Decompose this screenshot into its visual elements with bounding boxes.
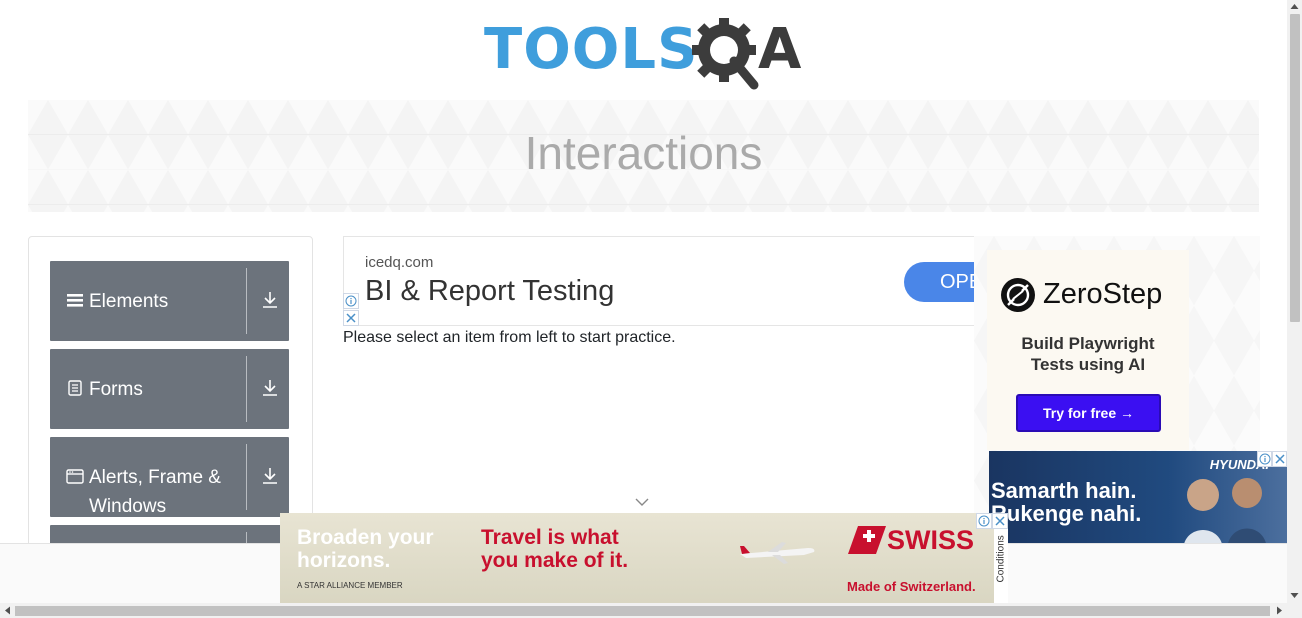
download-icon[interactable] — [262, 291, 278, 309]
swiss-left-line2: horizons. — [297, 549, 391, 572]
download-icon[interactable] — [262, 379, 278, 397]
hyundai-ad[interactable]: HYUNDAI Samarth hain. Rukenge nahi. — [989, 451, 1287, 551]
page-banner: Interactions — [28, 100, 1259, 212]
divider — [246, 356, 247, 422]
ad-domain: icedq.com — [365, 254, 434, 271]
center-ad[interactable]: icedq.com BI & Report Testing OPEN — [343, 236, 975, 326]
vertical-scroll-thumb[interactable] — [1290, 14, 1300, 322]
instruction-text: Please select an item from left to start… — [343, 329, 676, 346]
chevron-down-icon[interactable] — [634, 497, 650, 507]
browser-window-icon — [66, 469, 84, 484]
page-title: Interactions — [524, 127, 763, 179]
ad-close-icon[interactable] — [992, 513, 1008, 529]
swiss-mid-line2: you make of it. — [481, 549, 629, 572]
hyundai-line2: Rukenge nahi. — [991, 501, 1142, 526]
ad-badges — [343, 293, 359, 327]
ad-info-icon[interactable] — [343, 293, 359, 309]
sidebar-group-elements[interactable]: Elements — [50, 261, 289, 341]
gear-magnifier-icon — [692, 18, 759, 90]
ad-close-icon[interactable] — [1272, 451, 1287, 467]
swiss-brand: SWISS — [887, 525, 975, 555]
star-alliance-text: A STAR ALLIANCE MEMBER — [297, 581, 403, 590]
scroll-right-arrow-icon[interactable] — [1276, 606, 1283, 615]
hyundai-line1: Samarth hain. — [991, 478, 1137, 503]
document-icon — [68, 380, 82, 396]
swiss-ad-badges — [976, 513, 1008, 529]
hyundai-ad-badges — [1257, 451, 1287, 467]
zerostep-tagline: Build Playwright Tests using AI — [987, 333, 1189, 375]
ad-info-icon[interactable] — [1257, 451, 1272, 467]
swiss-left-line1: Broaden your — [297, 526, 434, 549]
sidebar-group-alerts[interactable]: Alerts, Frame & Windows — [50, 437, 289, 517]
try-for-free-button[interactable]: Try for free → — [1016, 394, 1161, 432]
swiss-ad[interactable]: Broaden your horizons. A STAR ALLIANCE M… — [280, 513, 994, 603]
zerostep-line2: Tests using AI — [1030, 355, 1146, 374]
ad-headline: BI & Report Testing — [365, 275, 615, 307]
zerostep-line1: Build Playwright — [1021, 334, 1155, 353]
sidebar-group-label: Elements — [89, 291, 169, 312]
airplane-icon — [740, 542, 815, 564]
divider — [246, 444, 247, 510]
logo-text-tools: TOOLS — [484, 17, 699, 82]
swiss-tagline: Made of Switzerland. — [847, 579, 976, 594]
horizontal-scroll-thumb[interactable] — [15, 606, 1270, 616]
sidebar-group-label: Alerts, Frame & Windows — [89, 467, 221, 517]
sidebar-group-forms[interactable]: Forms — [50, 349, 289, 429]
hamburger-icon — [67, 294, 83, 307]
people-photo-icon — [1183, 478, 1267, 551]
hyundai-text: Samarth hain. Rukenge nahi. — [991, 479, 1141, 525]
swiss-mid-text: Travel is what you make of it. — [481, 526, 628, 572]
zerostep-logo-icon — [1001, 278, 1035, 312]
scroll-left-arrow-icon[interactable] — [4, 606, 11, 615]
page-viewport: TOOLS A Interactions Elements Forms Aler… — [0, 0, 1287, 603]
swiss-mid-line1: Travel is what — [481, 526, 619, 549]
zerostep-brand: ZeroStep — [1043, 278, 1163, 310]
scroll-up-arrow-icon[interactable] — [1290, 3, 1299, 10]
toolsqa-logo[interactable]: TOOLS A — [484, 14, 808, 92]
sidebar-group-label: Forms — [89, 379, 143, 400]
download-icon[interactable] — [262, 467, 278, 485]
divider — [246, 268, 247, 334]
ad-open-button[interactable]: OPEN — [904, 262, 975, 302]
scroll-down-arrow-icon[interactable] — [1290, 592, 1299, 599]
swiss-left-text: Broaden your horizons. — [297, 526, 434, 572]
zerostep-ad[interactable]: ZeroStep Build Playwright Tests using AI… — [987, 250, 1189, 450]
ad-close-icon[interactable] — [343, 310, 359, 326]
logo-text-a: A — [758, 17, 802, 82]
ad-info-icon[interactable] — [976, 513, 992, 529]
conditions-text: Conditions — [995, 535, 1007, 583]
